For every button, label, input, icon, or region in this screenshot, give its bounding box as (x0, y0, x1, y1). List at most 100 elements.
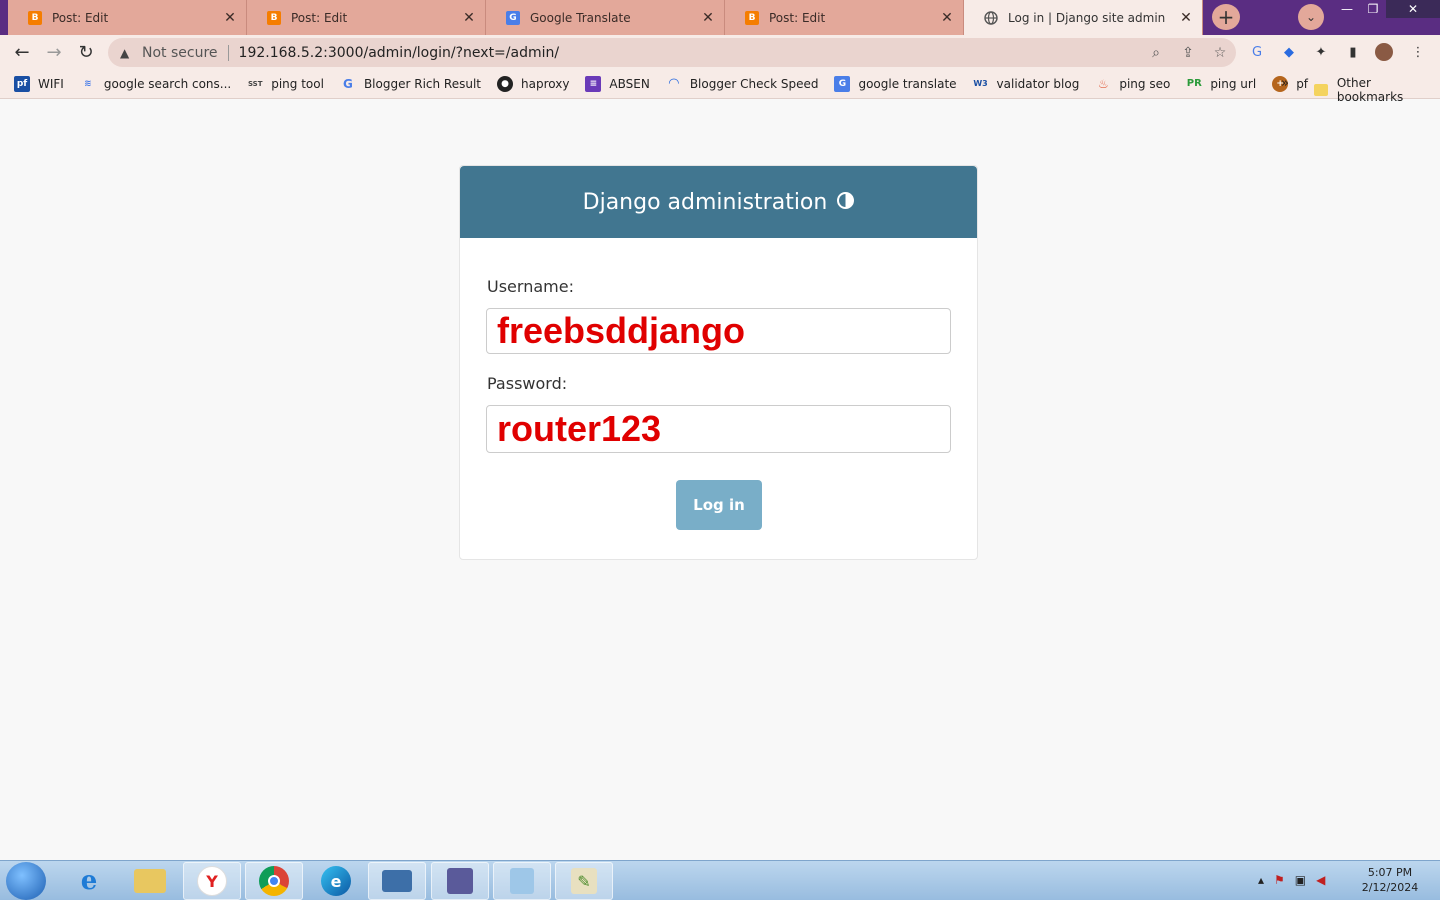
bookmark-label: ping tool (271, 76, 324, 91)
blogger-icon: B (267, 10, 281, 25)
pr-icon: PR (1186, 78, 1202, 89)
login-button[interactable]: Log in (676, 480, 762, 530)
forward-icon[interactable]: → (42, 40, 66, 64)
restore-icon[interactable]: ❐ (1360, 0, 1386, 18)
bookmark-label: WIFI (38, 76, 64, 91)
login-panel: Django administration Username: Password… (459, 165, 978, 560)
tab-django-admin[interactable]: Log in | Django site admin ✕ (964, 0, 1203, 35)
sst-icon: SST (247, 79, 263, 88)
translate-icon: G (506, 10, 520, 25)
other-bookmarks-folder[interactable]: Other bookmarks (1314, 76, 1440, 104)
bookmark-label: Blogger Rich Result (363, 76, 481, 91)
bookmark-haproxy[interactable]: ● haproxy (497, 75, 570, 92)
back-icon[interactable]: ← (10, 40, 34, 64)
username-label: Username: (487, 277, 574, 296)
globe-icon (984, 10, 998, 25)
system-tray: ▴ ⚑ ▣ ◀ (1258, 873, 1335, 887)
share-icon[interactable]: ⇪ (1172, 45, 1204, 61)
password-input[interactable] (486, 405, 951, 453)
username-input[interactable] (486, 308, 951, 354)
folder-icon (1314, 84, 1328, 96)
window-close-icon[interactable]: ✕ (1386, 0, 1440, 18)
bookmark-wifi[interactable]: pf WIFI (14, 75, 64, 92)
close-icon[interactable]: ✕ (222, 10, 238, 26)
security-status[interactable]: Not secure (142, 45, 218, 61)
tab-post-edit-2[interactable]: B Post: Edit ✕ (247, 0, 486, 35)
tray-expand-icon[interactable]: ▴ (1258, 873, 1264, 887)
browser-toolbar: ← → ↻ ▲ Not secure 192.168.5.2:3000/admi… (0, 35, 1440, 69)
blogger-icon: B (745, 10, 759, 25)
bookmark-pf[interactable]: + pf (1272, 75, 1309, 92)
bookmark-blogger-rich-result[interactable]: G Blogger Rich Result (340, 76, 481, 92)
clock-time: 5:07 PM (1367, 866, 1413, 879)
translate-extension-icon[interactable]: G (1248, 43, 1266, 61)
taskbar-yandex[interactable]: Y (183, 862, 241, 900)
start-button[interactable] (6, 862, 46, 900)
tab-search-button[interactable]: ⌄ (1298, 4, 1324, 30)
remote-desktop-icon (382, 870, 412, 892)
menu-icon[interactable]: ⋮ (1409, 43, 1427, 61)
taskbar-putty[interactable] (431, 862, 489, 900)
other-bookmarks-label: Other bookmarks (1336, 76, 1404, 104)
bookmark-label: haproxy (521, 76, 570, 91)
taskbar-remote-desktop[interactable] (368, 862, 426, 900)
yandex-icon: Y (197, 866, 227, 896)
tab-title: Post: Edit (52, 10, 109, 25)
star-icon[interactable]: ☆ (1204, 45, 1236, 61)
network-icon[interactable]: ▣ (1295, 873, 1306, 887)
taskbar-notepad[interactable] (493, 862, 551, 900)
volume-muted-icon[interactable]: ◀ (1316, 873, 1325, 887)
tab-strip: B Post: Edit ✕ B Post: Edit ✕ G Google T… (0, 0, 1440, 35)
bookmark-ping-url[interactable]: PR ping url (1186, 76, 1256, 92)
close-icon[interactable]: ✕ (939, 10, 955, 26)
taskbar-edge[interactable]: e (307, 862, 365, 900)
translate-icon: G (834, 75, 851, 92)
w3c-icon: W3 (973, 79, 988, 88)
bookmark-search-console[interactable]: ≋ google search cons... (80, 76, 231, 92)
internet-explorer-icon: e (80, 866, 98, 896)
theme-toggle-icon[interactable] (837, 191, 855, 209)
pfsense-icon: pf (14, 75, 30, 92)
bookmark-absen[interactable]: ≡ ABSEN (585, 75, 650, 92)
putty-icon (447, 868, 473, 894)
edge-icon: e (321, 866, 351, 896)
new-tab-button[interactable]: + (1212, 4, 1240, 30)
bookmark-validator-blog[interactable]: W3 validator blog (973, 76, 1080, 92)
warning-icon[interactable]: ▲ (120, 46, 134, 60)
url-text[interactable]: 192.168.5.2:3000/admin/login/?next=/admi… (239, 45, 1140, 61)
close-icon[interactable]: ✕ (700, 10, 716, 26)
action-center-icon[interactable]: ⚑ (1274, 873, 1285, 887)
puzzle-icon[interactable]: ✦ (1312, 43, 1330, 61)
tab-post-edit-3[interactable]: B Post: Edit ✕ (725, 0, 964, 35)
bookmark-ping-seo[interactable]: ♨ ping seo (1095, 76, 1170, 92)
clock[interactable]: 5:07 PM 2/12/2024 (1352, 865, 1428, 895)
sidepanel-icon[interactable]: ▮ (1344, 43, 1362, 61)
taskbar-chrome[interactable] (245, 862, 303, 900)
google-icon: G (343, 76, 353, 91)
bookmark-ping-tool[interactable]: SST ping tool (247, 76, 324, 92)
rocket-icon: ♨ (1097, 76, 1109, 91)
bookmarks-overflow-icon[interactable]: » (1281, 76, 1289, 91)
form-icon: ≡ (585, 75, 602, 92)
tab-title: Post: Edit (291, 10, 348, 25)
bookmark-google-translate[interactable]: Ggoogle translate (834, 75, 957, 92)
extension-icon[interactable]: ◆ (1280, 43, 1298, 61)
chrome-icon (259, 866, 289, 896)
taskbar-paint[interactable]: ✎ (555, 862, 613, 900)
tab-google-translate[interactable]: G Google Translate ✕ (486, 0, 725, 35)
close-icon[interactable]: ✕ (1178, 10, 1194, 26)
reload-icon[interactable]: ↻ (74, 40, 98, 64)
taskbar-internet-explorer[interactable]: e (60, 862, 118, 900)
bookmark-label: validator blog (996, 76, 1080, 91)
bookmark-label: ABSEN (609, 76, 650, 91)
tab-post-edit-1[interactable]: B Post: Edit ✕ (8, 0, 247, 35)
close-icon[interactable]: ✕ (461, 10, 477, 26)
zoom-icon[interactable]: ⌕ (1140, 45, 1172, 61)
bookmark-label: pf (1296, 76, 1309, 91)
minimize-icon[interactable]: — (1334, 0, 1360, 18)
bookmark-blogger-check-speed[interactable]: ◠ Blogger Check Speed (666, 76, 819, 92)
bookmark-label: ping seo (1119, 76, 1171, 91)
address-bar[interactable]: ▲ Not secure 192.168.5.2:3000/admin/logi… (108, 38, 1236, 67)
avatar[interactable] (1375, 43, 1393, 61)
taskbar-file-explorer[interactable] (121, 862, 179, 900)
